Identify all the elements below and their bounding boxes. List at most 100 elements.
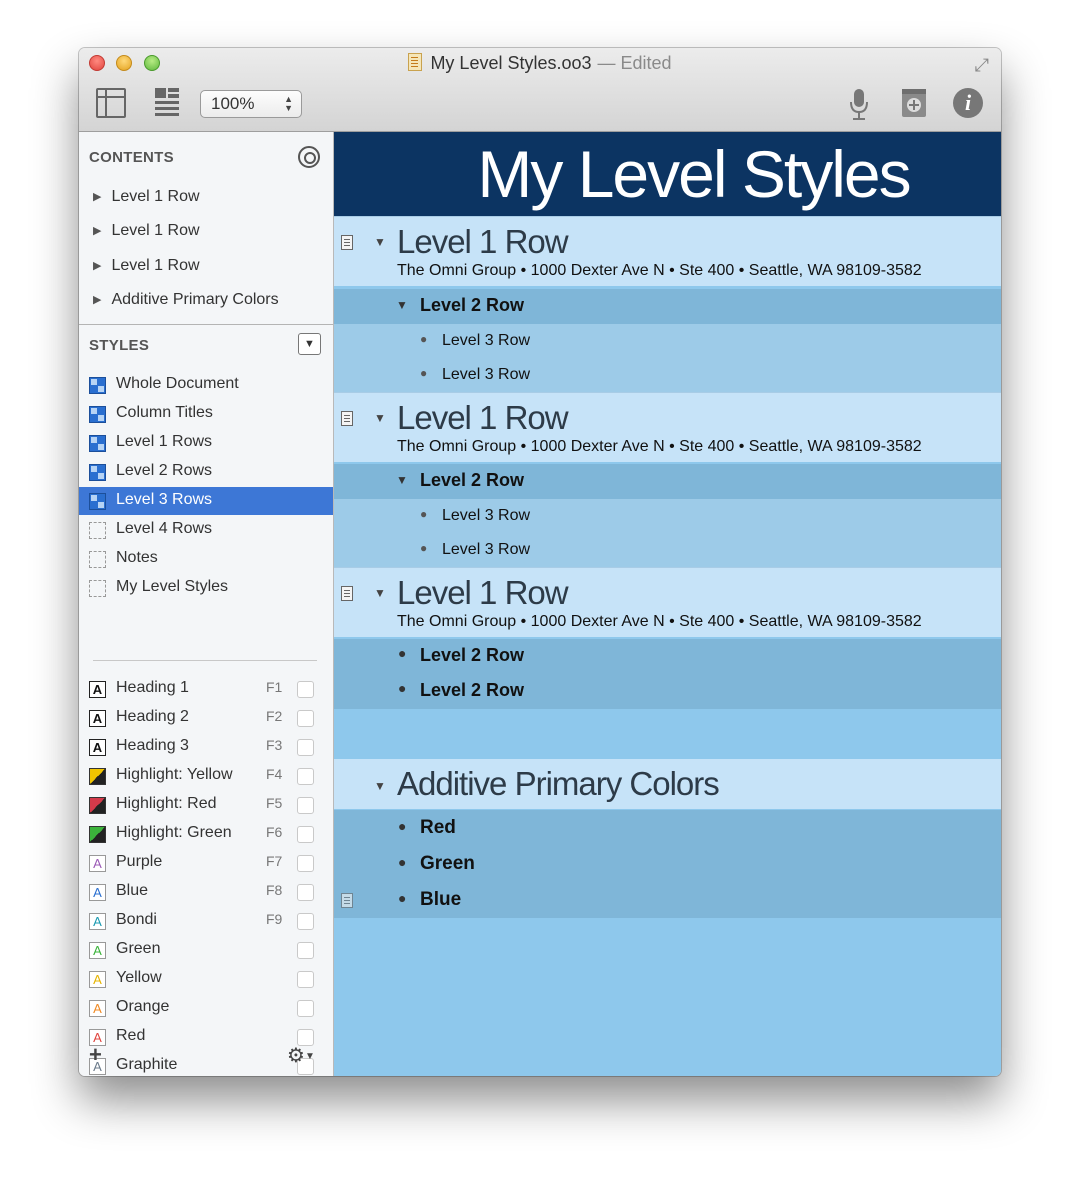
disclosure-triangle-icon[interactable]: ▶ <box>93 259 101 272</box>
disclosure-triangle-icon[interactable]: ▼ <box>396 298 408 312</box>
document-title[interactable]: My Level Styles <box>334 132 1001 216</box>
level3-row[interactable]: ● Level 3 Row <box>334 533 1001 567</box>
level1-title[interactable]: Level 1 Row <box>397 223 569 261</box>
named-style-item[interactable]: A Heading 1 F1 <box>79 675 333 704</box>
style-item[interactable]: Level 4 Rows <box>79 516 333 544</box>
contents-item[interactable]: ▶ Level 1 Row <box>93 188 200 206</box>
add-style-button[interactable]: + <box>89 1042 102 1068</box>
disclosure-triangle-icon[interactable]: ▶ <box>93 224 101 237</box>
style-checkbox[interactable] <box>297 710 314 727</box>
named-style-item[interactable]: Highlight: Red F5 <box>79 791 333 820</box>
level3-label[interactable]: Level 3 Row <box>442 366 530 384</box>
style-checkbox[interactable] <box>297 797 314 814</box>
named-style-item[interactable]: Highlight: Yellow F4 <box>79 762 333 791</box>
level3-row[interactable]: ● Level 3 Row <box>334 324 1001 358</box>
style-item[interactable]: Level 2 Rows <box>79 458 333 486</box>
level2-row[interactable]: ▼ Level 2 Row <box>334 464 1001 499</box>
named-style-item[interactable]: A Orange <box>79 994 333 1023</box>
sidebar-toggle-button[interactable] <box>96 88 126 118</box>
contents-item[interactable]: ▶ Level 1 Row <box>93 257 200 275</box>
style-checkbox[interactable] <box>297 768 314 785</box>
document-proxy-icon[interactable] <box>408 53 423 71</box>
color-label[interactable]: Green <box>420 853 475 875</box>
level1-title[interactable]: Level 1 Row <box>397 574 569 612</box>
disclosure-triangle-icon[interactable]: ▶ <box>93 190 101 203</box>
level1-row[interactable]: ▼ Level 1 Row The Omni Group • 1000 Dext… <box>334 567 1001 637</box>
note-icon[interactable] <box>341 586 353 601</box>
row-note[interactable]: The Omni Group • 1000 Dexter Ave N • Ste… <box>397 613 922 631</box>
level2-label[interactable]: Level 2 Row <box>420 295 524 316</box>
color-row[interactable]: ● Red <box>334 810 1001 846</box>
note-icon[interactable] <box>341 411 353 426</box>
color-label[interactable]: Blue <box>420 889 461 911</box>
level1-row[interactable]: ▼ Level 1 Row The Omni Group • 1000 Dext… <box>334 392 1001 462</box>
styles-separator <box>93 660 317 661</box>
style-swatch-icon <box>89 377 106 394</box>
style-item[interactable]: My Level Styles <box>79 574 333 602</box>
disclosure-triangle-icon[interactable]: ▼ <box>374 779 386 793</box>
named-style-item[interactable]: A Bondi F9 <box>79 907 333 936</box>
outline-view-button[interactable] <box>155 88 179 118</box>
style-checkbox[interactable] <box>297 826 314 843</box>
style-item[interactable]: Column Titles <box>79 400 333 428</box>
style-checkbox[interactable] <box>297 1000 314 1017</box>
named-style-item[interactable]: A Green <box>79 936 333 965</box>
level3-row[interactable]: ● Level 3 Row <box>334 499 1001 533</box>
row-note[interactable]: The Omni Group • 1000 Dexter Ave N • Ste… <box>397 262 922 280</box>
named-style-item[interactable]: A Heading 3 F3 <box>79 733 333 762</box>
disclosure-triangle-icon[interactable]: ▼ <box>374 235 386 249</box>
style-item[interactable]: Whole Document <box>79 371 333 399</box>
style-item[interactable]: Level 3 Rows <box>79 487 333 515</box>
contents-header: CONTENTS <box>89 149 174 166</box>
styles-menu-button[interactable]: ▼ <box>298 333 321 355</box>
level2-label[interactable]: Level 2 Row <box>420 680 524 701</box>
style-item[interactable]: Notes <box>79 545 333 573</box>
level3-row[interactable]: ● Level 3 Row <box>334 358 1001 392</box>
level3-label[interactable]: Level 3 Row <box>442 332 530 350</box>
level1-title[interactable]: Level 1 Row <box>397 399 569 437</box>
level2-row[interactable]: ● Level 2 Row <box>334 639 1001 674</box>
disclosure-triangle-icon[interactable]: ▼ <box>374 586 386 600</box>
style-checkbox[interactable] <box>297 681 314 698</box>
disclosure-triangle-icon[interactable]: ▼ <box>396 473 408 487</box>
style-item[interactable]: Level 1 Rows <box>79 429 333 457</box>
inspector-add-icon[interactable] <box>901 88 927 118</box>
style-checkbox[interactable] <box>297 739 314 756</box>
named-style-item[interactable]: A Purple F7 <box>79 849 333 878</box>
level3-label[interactable]: Level 3 Row <box>442 507 530 525</box>
style-checkbox[interactable] <box>297 884 314 901</box>
fullscreen-icon[interactable]: ⤢ <box>975 55 989 76</box>
level2-row[interactable]: ▼ Level 2 Row <box>334 289 1001 324</box>
level2-row[interactable]: ● Level 2 Row <box>334 674 1001 709</box>
level1-title[interactable]: Additive Primary Colors <box>397 765 720 803</box>
microphone-icon[interactable] <box>849 88 869 122</box>
named-style-item[interactable]: A Heading 2 F2 <box>79 704 333 733</box>
style-checkbox[interactable] <box>297 942 314 959</box>
style-swatch-icon <box>89 406 106 423</box>
named-style-item[interactable]: A Yellow <box>79 965 333 994</box>
note-icon[interactable] <box>341 235 353 250</box>
level3-label[interactable]: Level 3 Row <box>442 541 530 559</box>
color-row[interactable]: ● Blue <box>334 882 1001 918</box>
style-checkbox[interactable] <box>297 855 314 872</box>
search-icon[interactable] <box>298 146 320 168</box>
level2-label[interactable]: Level 2 Row <box>420 470 524 491</box>
color-label[interactable]: Red <box>420 817 456 839</box>
disclosure-triangle-icon[interactable]: ▼ <box>374 411 386 425</box>
zoom-select[interactable]: 100% ▲ ▼ <box>200 90 302 118</box>
named-style-item[interactable]: A Blue F8 <box>79 878 333 907</box>
contents-item[interactable]: ▶ Additive Primary Colors <box>93 291 279 309</box>
level1-row[interactable]: ▼ Level 1 Row The Omni Group • 1000 Dext… <box>334 216 1001 286</box>
contents-item[interactable]: ▶ Level 1 Row <box>93 222 200 240</box>
named-style-item[interactable]: Highlight: Green F6 <box>79 820 333 849</box>
level1-row[interactable]: ▼ Additive Primary Colors <box>334 759 1001 809</box>
color-row[interactable]: ● Green <box>334 846 1001 882</box>
note-icon[interactable] <box>341 893 353 908</box>
row-note[interactable]: The Omni Group • 1000 Dexter Ave N • Ste… <box>397 438 922 456</box>
style-checkbox[interactable] <box>297 971 314 988</box>
level2-label[interactable]: Level 2 Row <box>420 645 524 666</box>
disclosure-triangle-icon[interactable]: ▶ <box>93 293 101 306</box>
info-icon[interactable]: i <box>953 88 983 118</box>
gear-menu-button[interactable]: ⚙▼ <box>287 1043 315 1068</box>
style-checkbox[interactable] <box>297 913 314 930</box>
